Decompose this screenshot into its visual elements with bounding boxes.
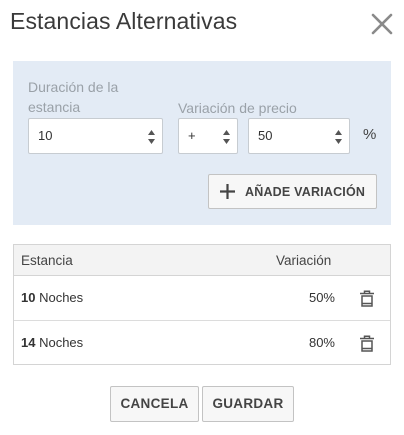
table-header: Estancia Variación — [14, 245, 390, 276]
table-row: 14 Noches 80% — [14, 322, 390, 366]
spinner-arrows-icon[interactable] — [335, 130, 342, 144]
variation-cell: 50% — [308, 290, 335, 305]
variation-value-stepper[interactable]: 50 — [248, 118, 350, 154]
spinner-arrows-icon[interactable] — [148, 130, 155, 144]
variation-value: 50 — [258, 128, 273, 143]
header-variation: Variación — [276, 253, 332, 268]
stay-cell: 10 Noches — [21, 290, 83, 305]
duration-value: 10 — [38, 128, 53, 143]
table-row: 10 Noches 50% — [14, 277, 390, 321]
percent-symbol: % — [363, 126, 377, 143]
add-variation-button[interactable]: AÑADE VARIACIÓN — [208, 174, 377, 209]
nights-count: 10 — [21, 290, 36, 305]
variation-cell: 80% — [308, 335, 335, 350]
trash-icon[interactable] — [359, 290, 375, 307]
nights-count: 14 — [21, 335, 36, 350]
duration-stepper[interactable]: 10 — [28, 118, 163, 154]
close-icon[interactable] — [370, 12, 394, 36]
sign-value: + — [188, 128, 196, 143]
sign-select[interactable]: + — [178, 118, 238, 154]
stay-cell: 14 Noches — [21, 335, 83, 350]
trash-icon[interactable] — [359, 335, 375, 352]
price-variation-label: Variación de precio — [178, 100, 297, 116]
add-variation-label: AÑADE VARIACIÓN — [245, 185, 366, 199]
plus-icon — [220, 184, 235, 199]
variation-form-panel: Duración de la estancia Variación de pre… — [13, 61, 391, 225]
duration-label: Duración de la estancia — [28, 79, 119, 115]
nights-unit: Noches — [35, 290, 84, 305]
dialog-title: Estancias Alternativas — [10, 8, 238, 34]
nights-unit: Noches — [35, 335, 84, 350]
cancel-button[interactable]: CANCELA — [110, 386, 199, 422]
variations-table: Estancia Variación 10 Noches 50% 14 Noch… — [13, 244, 391, 365]
spinner-arrows-icon[interactable] — [223, 130, 230, 144]
header-stay: Estancia — [21, 253, 73, 268]
save-button[interactable]: GUARDAR — [202, 386, 294, 422]
